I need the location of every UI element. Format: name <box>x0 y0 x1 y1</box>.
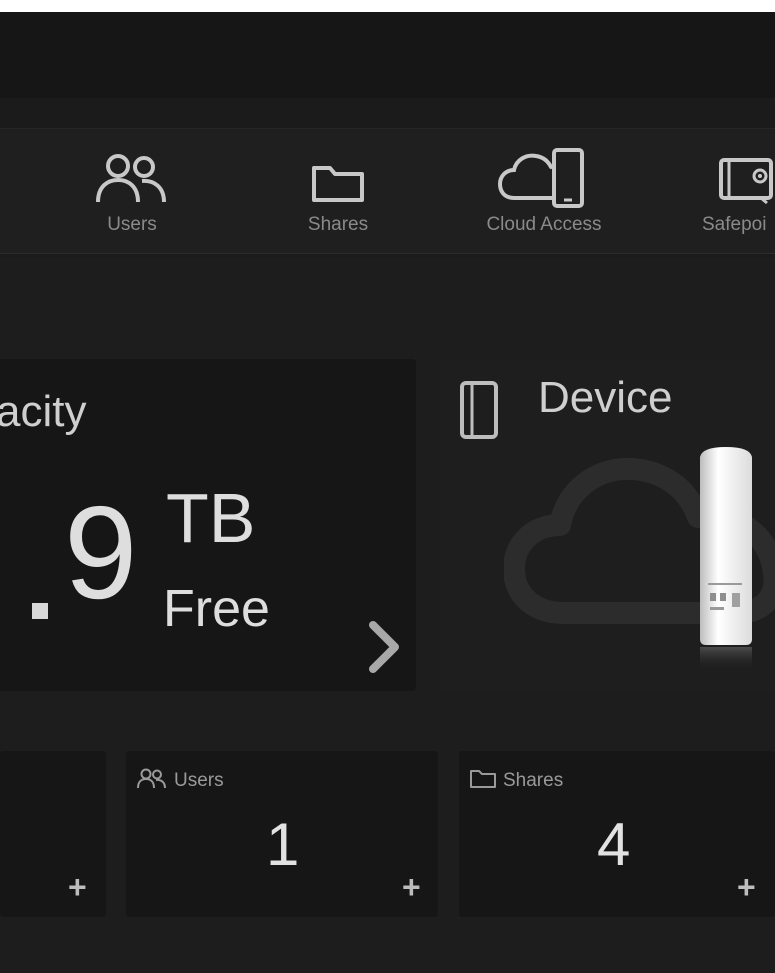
shares-card-label: Shares <box>503 770 564 791</box>
dashboard-screen: Users Shares Cloud Access Safepoi acity <box>0 12 775 973</box>
folder-icon <box>312 166 364 202</box>
nav-item-shares[interactable]: Shares <box>268 128 408 252</box>
safepoint-icon <box>719 158 773 205</box>
device-card[interactable]: Device <box>440 359 775 691</box>
chevron-right-icon[interactable] <box>367 619 401 675</box>
users-icon <box>137 768 166 789</box>
top-bar <box>0 12 775 98</box>
nas-device-image <box>700 447 752 671</box>
nav-item-safepoint[interactable]: Safepoi <box>700 128 775 252</box>
summary-card-left: + <box>0 751 106 917</box>
nav-label-shares: Shares <box>307 214 369 235</box>
nav-label-cloud-access: Cloud Access <box>486 214 602 235</box>
capacity-decimal-point <box>32 603 48 619</box>
users-icon <box>96 154 166 203</box>
shares-count: 4 <box>597 811 631 878</box>
users-summary-card[interactable]: Users 1 + <box>126 751 438 917</box>
users-card-label: Users <box>174 770 224 791</box>
nav-item-users[interactable]: Users <box>62 128 202 252</box>
add-share-icon[interactable]: + <box>737 871 756 903</box>
folder-icon <box>470 770 496 788</box>
capacity-title: acity <box>0 387 87 436</box>
users-count: 1 <box>266 811 300 878</box>
add-icon[interactable]: + <box>68 871 87 903</box>
device-title: Device <box>538 373 673 422</box>
capacity-unit: TB <box>166 479 256 557</box>
shares-summary-card[interactable]: Shares 4 + <box>459 751 775 917</box>
capacity-value: 9 <box>64 479 137 626</box>
drive-icon <box>460 381 498 439</box>
users-card-header: Users <box>136 767 224 792</box>
capacity-card[interactable]: acity 9 TB Free <box>0 359 416 691</box>
capacity-status: Free <box>163 580 270 638</box>
shares-card-header: Shares <box>469 767 563 792</box>
add-user-icon[interactable]: + <box>402 871 421 903</box>
nav-item-cloud-access[interactable]: Cloud Access <box>460 128 628 252</box>
cloud-device-icon <box>497 148 584 208</box>
nav-label-safepoint: Safepoi <box>702 214 767 235</box>
nav-label-users: Users <box>107 214 157 235</box>
